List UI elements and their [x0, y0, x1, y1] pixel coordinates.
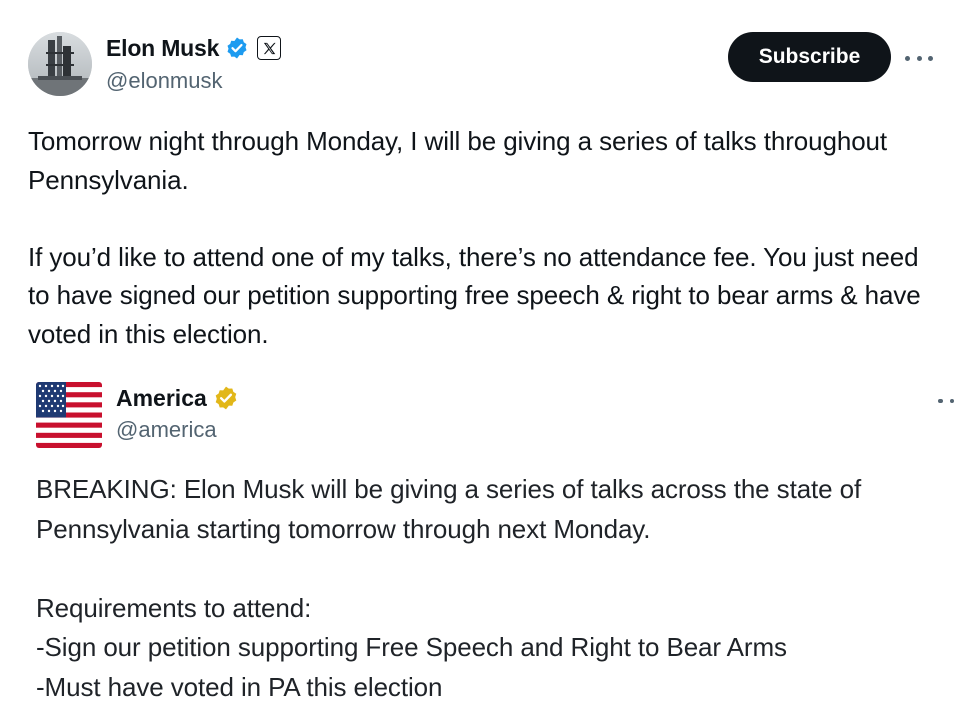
quoted-more-options-icon[interactable] — [938, 396, 954, 406]
quoted-handle[interactable]: @america — [116, 417, 239, 443]
verified-badge-icon[interactable] — [225, 36, 249, 60]
quoted-paragraph: Requirements to attend: -Sign our petiti… — [36, 589, 951, 708]
quoted-name-row: America — [116, 384, 239, 412]
more-dot — [905, 55, 910, 61]
more-dot — [928, 55, 933, 61]
post-author: Elon Musk @elonmusk — [106, 34, 282, 94]
quoted-post[interactable]: America @america BREAKING: Elon Musk wil… — [0, 372, 958, 726]
post-container: Elon Musk @elonmusk Subscribe Tomorrow n… — [0, 0, 958, 726]
quoted-paragraph: BREAKING: Elon Musk will be giving a ser… — [36, 474, 862, 544]
requirements-title: Requirements to attend: — [36, 592, 312, 623]
post-paragraph: If you’d like to attend one of my talks,… — [28, 241, 921, 349]
x-logo-icon[interactable] — [257, 36, 282, 60]
quoted-text: BREAKING: Elon Musk will be giving a ser… — [36, 470, 951, 707]
more-dot — [916, 55, 922, 61]
america-avatar[interactable] — [36, 382, 102, 448]
author-display-name[interactable]: Elon Musk — [106, 35, 219, 62]
subscribe-button[interactable]: Subscribe — [728, 32, 891, 82]
author-name-row: Elon Musk — [106, 34, 282, 62]
us-flag-icon — [36, 382, 102, 448]
quoted-display-name[interactable]: America — [116, 385, 207, 412]
gold-verified-badge-icon[interactable] — [213, 385, 239, 411]
avatar-image — [28, 32, 92, 96]
more-dot — [949, 398, 954, 404]
requirement-item: -Must have voted in PA this election — [36, 671, 443, 702]
more-dot — [938, 398, 943, 404]
quoted-author: America @america — [116, 384, 239, 443]
more-options-icon[interactable] — [905, 48, 933, 68]
avatar[interactable] — [28, 32, 92, 96]
post-paragraph: Tomorrow night through Monday, I will be… — [28, 126, 888, 195]
author-handle[interactable]: @elonmusk — [106, 68, 281, 94]
requirement-item: -Sign our petition supporting Free Speec… — [36, 632, 787, 662]
post-text: Tomorrow night through Monday, I will be… — [28, 122, 938, 353]
